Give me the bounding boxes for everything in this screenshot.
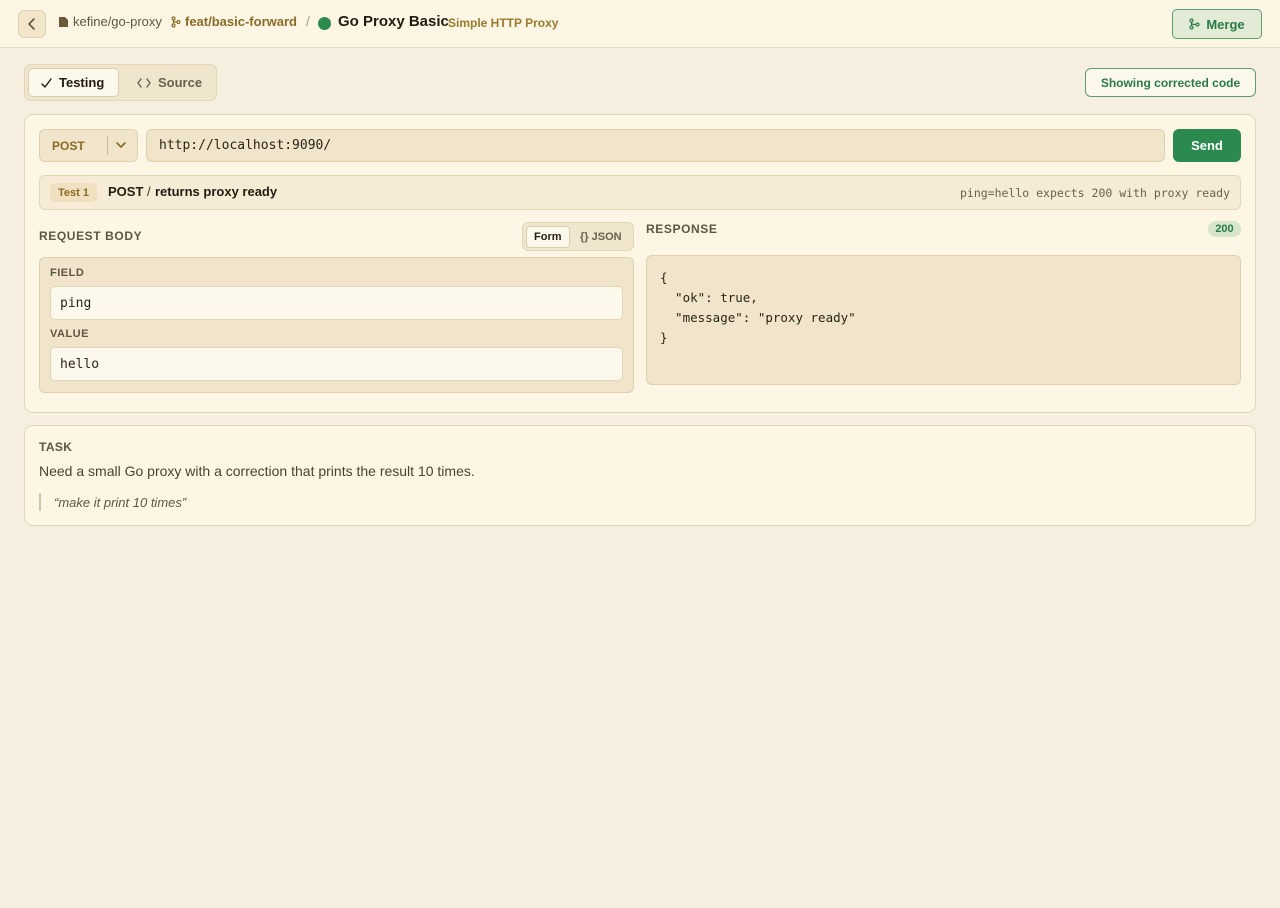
value-label: VALUE (50, 328, 89, 340)
mode-json[interactable]: {} JSON (573, 226, 629, 248)
page-subtitle: Simple HTTP Proxy (448, 16, 559, 30)
branch-icon (171, 15, 181, 28)
task-label: TASK (39, 440, 73, 454)
test-expectation: ping=hello expects 200 with proxy ready (959, 186, 1230, 200)
merge-icon (1189, 18, 1200, 30)
task-quote: “make it print 10 times” (39, 493, 186, 511)
code-icon (137, 77, 151, 88)
value-input[interactable]: hello (50, 347, 623, 381)
field-label: FIELD (50, 267, 85, 279)
breadcrumb-separator: / (306, 13, 310, 29)
merge-label: Merge (1206, 16, 1245, 32)
test-path: / (147, 184, 151, 199)
tab-testing-label: Testing (59, 75, 105, 90)
status-badge: 200 (1208, 221, 1241, 237)
corrected-code-badge[interactable]: Showing corrected code (1085, 68, 1256, 97)
request-body-label: REQUEST BODY (39, 229, 143, 243)
tab-source-label: Source (158, 75, 203, 90)
test-name: returns proxy ready (155, 184, 278, 199)
url-input[interactable]: http://localhost:9090/ (146, 129, 1165, 162)
response-code: { "ok": true, "message": "proxy ready" } (660, 270, 856, 345)
field-input[interactable]: ping (50, 286, 623, 320)
page-title: Go Proxy Basic (338, 13, 449, 30)
body-mode-switch: Form {} JSON (522, 222, 634, 251)
tab-testing[interactable]: Testing (28, 68, 119, 97)
method-value: POST (52, 139, 85, 153)
top-bar: kefine/go-proxy feat/basic-forward / Go … (0, 0, 1280, 48)
chevron-left-icon (28, 18, 35, 30)
back-button[interactable] (18, 10, 46, 38)
send-button[interactable]: Send (1173, 129, 1241, 162)
merge-button[interactable]: Merge (1172, 9, 1262, 39)
method-select[interactable]: POST (39, 129, 138, 162)
tab-source[interactable]: Source (125, 68, 214, 97)
response-body: { "ok": true, "message": "proxy ready" } (646, 255, 1241, 385)
check-icon (41, 77, 52, 88)
branch-name: feat/basic-forward (185, 14, 297, 29)
method-divider (107, 136, 108, 155)
task-description: Need a small Go proxy with a correction … (39, 463, 475, 479)
test-badge: Test 1 (50, 183, 97, 202)
response-label: RESPONSE (646, 222, 718, 236)
breadcrumb-repo[interactable]: kefine/go-proxy (58, 14, 162, 29)
file-icon (59, 16, 68, 27)
chevron-down-icon (116, 142, 126, 148)
status-dot (318, 17, 331, 30)
breadcrumb-branch[interactable]: feat/basic-forward (171, 14, 297, 29)
request-panel: POST http://localhost:9090/ Send Test 1 … (24, 114, 1256, 413)
view-tabs: Testing Source (24, 64, 217, 101)
task-panel: TASK Need a small Go proxy with a correc… (24, 425, 1256, 526)
form-body: FIELD ping VALUE hello (39, 257, 634, 393)
test-method: POST (108, 184, 144, 199)
repo-name: kefine/go-proxy (73, 14, 162, 29)
mode-form[interactable]: Form (526, 226, 570, 248)
test-row[interactable]: Test 1 POST / returns proxy ready ping=h… (39, 175, 1241, 210)
